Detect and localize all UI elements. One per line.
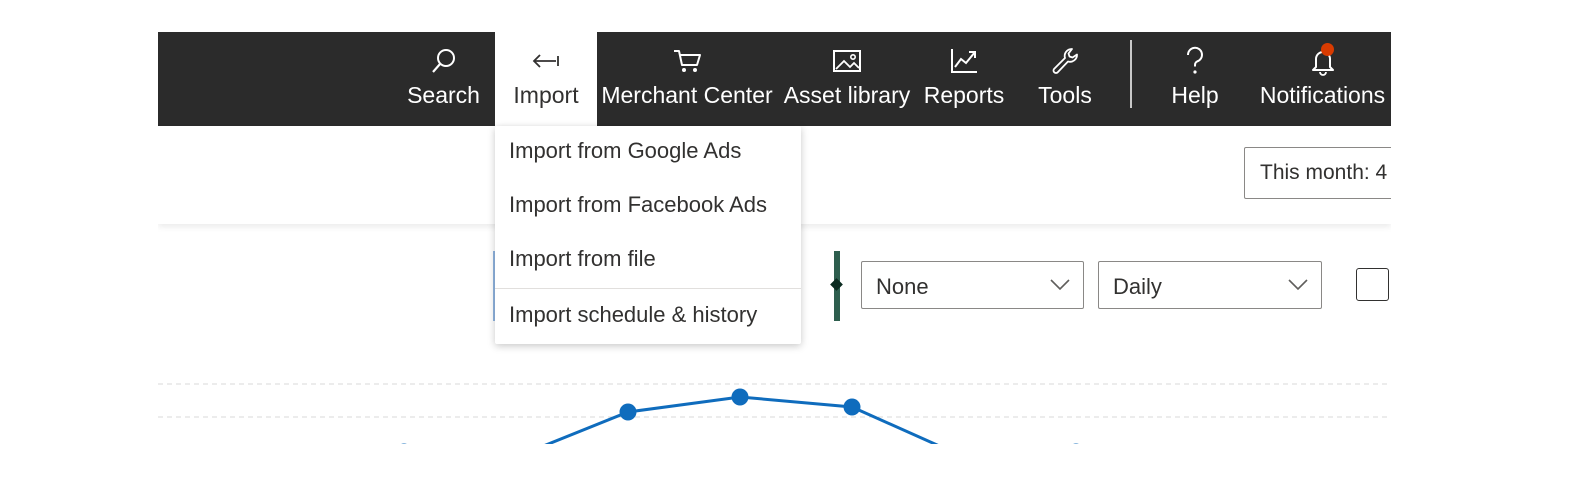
nav-notifications-label: Notifications	[1259, 82, 1386, 108]
nav-reports-label: Reports	[923, 82, 1005, 108]
chart-icon	[948, 45, 980, 77]
interval-dropdown[interactable]: Daily	[1098, 261, 1322, 309]
menu-item-label: Import from file	[509, 246, 656, 271]
chart-data-point[interactable]	[1068, 443, 1085, 445]
menu-item-import-schedule-history[interactable]: Import schedule & history	[495, 290, 801, 344]
import-arrow-icon	[530, 45, 562, 77]
chart-data-point[interactable]	[843, 398, 861, 416]
import-dropdown-menu: Import from Google Ads Import from Faceb…	[495, 126, 801, 344]
metric-dropdown[interactable]: None	[861, 261, 1084, 309]
menu-item-label: Import schedule & history	[509, 302, 758, 327]
date-range-button[interactable]: This month: 4	[1244, 147, 1391, 199]
nav-divider	[1130, 40, 1132, 108]
chart-data-point[interactable]	[396, 443, 413, 445]
menu-item-label: Import from Facebook Ads	[509, 192, 767, 217]
chart-data-point[interactable]	[619, 403, 637, 421]
image-icon	[831, 45, 863, 77]
nav-asset-library-label: Asset library	[783, 82, 911, 108]
nav-merchant-center-label: Merchant Center	[601, 82, 773, 108]
chart-data-point[interactable]	[731, 388, 749, 406]
chevron-down-icon	[1050, 279, 1070, 291]
chevron-down-icon	[1288, 279, 1308, 291]
nav-import-label: Import	[513, 82, 579, 108]
nav-help-label: Help	[1171, 82, 1219, 108]
notification-badge	[1321, 43, 1334, 56]
interval-dropdown-value: Daily	[1113, 274, 1162, 299]
menu-separator	[495, 288, 801, 289]
nav-tools[interactable]: Tools	[1030, 32, 1100, 126]
app-frame: Search Import Merchant Center Asset libr…	[158, 32, 1391, 444]
nav-asset-library[interactable]: Asset library	[782, 32, 912, 126]
search-icon	[428, 45, 460, 77]
menu-item-import-google-ads[interactable]: Import from Google Ads	[495, 126, 801, 180]
performance-line-chart	[158, 383, 1391, 445]
nav-reports[interactable]: Reports	[921, 32, 1007, 126]
menu-item-label: Import from Google Ads	[509, 138, 742, 163]
nav-tools-label: Tools	[1038, 82, 1092, 108]
wrench-icon	[1049, 45, 1081, 77]
nav-help[interactable]: Help	[1162, 32, 1228, 126]
nav-merchant-center[interactable]: Merchant Center	[598, 32, 776, 126]
compare-checkbox[interactable]	[1356, 268, 1389, 301]
nav-search-label: Search	[407, 82, 480, 108]
diamond-marker-icon	[830, 278, 843, 291]
metric-dropdown-value: None	[876, 274, 929, 299]
menu-item-import-file[interactable]: Import from file	[495, 234, 801, 288]
top-navigation-bar: Search Import Merchant Center Asset libr…	[158, 32, 1391, 126]
menu-item-import-facebook-ads[interactable]: Import from Facebook Ads	[495, 180, 801, 234]
chart-series-line	[544, 395, 939, 444]
nav-import[interactable]: Import	[495, 32, 597, 126]
help-icon	[1179, 45, 1211, 77]
cart-icon	[671, 45, 703, 77]
nav-search[interactable]: Search	[406, 32, 481, 126]
